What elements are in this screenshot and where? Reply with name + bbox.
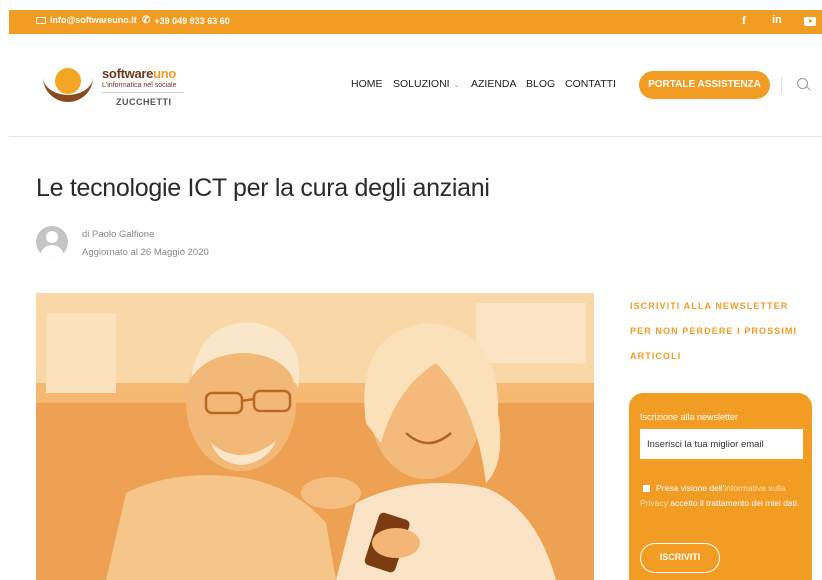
author-avatar (36, 226, 68, 258)
header-divider (781, 77, 782, 93)
email-field[interactable] (640, 429, 803, 459)
envelope-icon (36, 16, 46, 24)
portale-assistenza-button[interactable]: PORTALE ASSISTENZA (639, 71, 770, 99)
nav-contatti[interactable]: CONTATTI (565, 78, 616, 90)
linkedin-icon[interactable]: in (772, 14, 782, 26)
newsletter-form: Iscrizione alla newsletter Presa visione… (629, 393, 812, 580)
phone-icon: ✆ (142, 15, 151, 26)
phone-contact[interactable]: ✆ +39 049 933 63 60 (142, 15, 230, 26)
softwareuno-logo[interactable]: softwareuno L'informatica nel sociale ZU… (41, 62, 191, 112)
top-contact-bar: info@softwareuno.it ✆ +39 049 933 63 60 … (9, 10, 822, 34)
nav-azienda[interactable]: AZIENDA (471, 78, 517, 90)
email-text[interactable]: info@softwareuno.it (50, 15, 137, 25)
privacy-consent-text: Presa visione dell'informativa sulla Pri… (640, 483, 800, 508)
newsletter-form-label: Iscrizione alla newsletter (640, 412, 739, 422)
nav-soluzioni[interactable]: SOLUZIONI ⌄ (393, 78, 459, 90)
search-icon[interactable] (797, 78, 808, 89)
facebook-icon[interactable]: f (742, 13, 746, 28)
logo-tagline: L'informatica nel sociale (102, 82, 177, 89)
newsletter-heading: ISCRIVITI ALLA NEWSLETTER PER NON PERDER… (630, 301, 798, 361)
post-author: di Paolo Galfione (82, 229, 155, 240)
logo-bowl-mark (43, 76, 93, 102)
logo-brand-name: softwareuno (102, 66, 176, 81)
site-header: softwareuno L'informatica nel sociale ZU… (9, 34, 822, 137)
logo-company: ZUCCHETTI (116, 97, 172, 107)
chevron-down-icon: ⌄ (453, 82, 460, 89)
subscribe-button[interactable]: ISCRIVITI (640, 543, 720, 573)
youtube-icon[interactable] (804, 17, 816, 26)
post-featured-image (36, 293, 594, 580)
nav-home[interactable]: HOME (351, 78, 383, 90)
logo-divider (102, 92, 184, 93)
nav-blog[interactable]: BLOG (526, 78, 555, 90)
phone-text[interactable]: +39 049 933 63 60 (154, 16, 229, 26)
email-contact[interactable]: info@softwareuno.it (36, 15, 137, 25)
nav-soluzioni-label: SOLUZIONI (393, 78, 450, 90)
post-title: Le tecnologie ICT per la cura degli anzi… (36, 174, 490, 202)
post-updated-date: Aggiornato al 26 Maggio 2020 (82, 247, 209, 258)
